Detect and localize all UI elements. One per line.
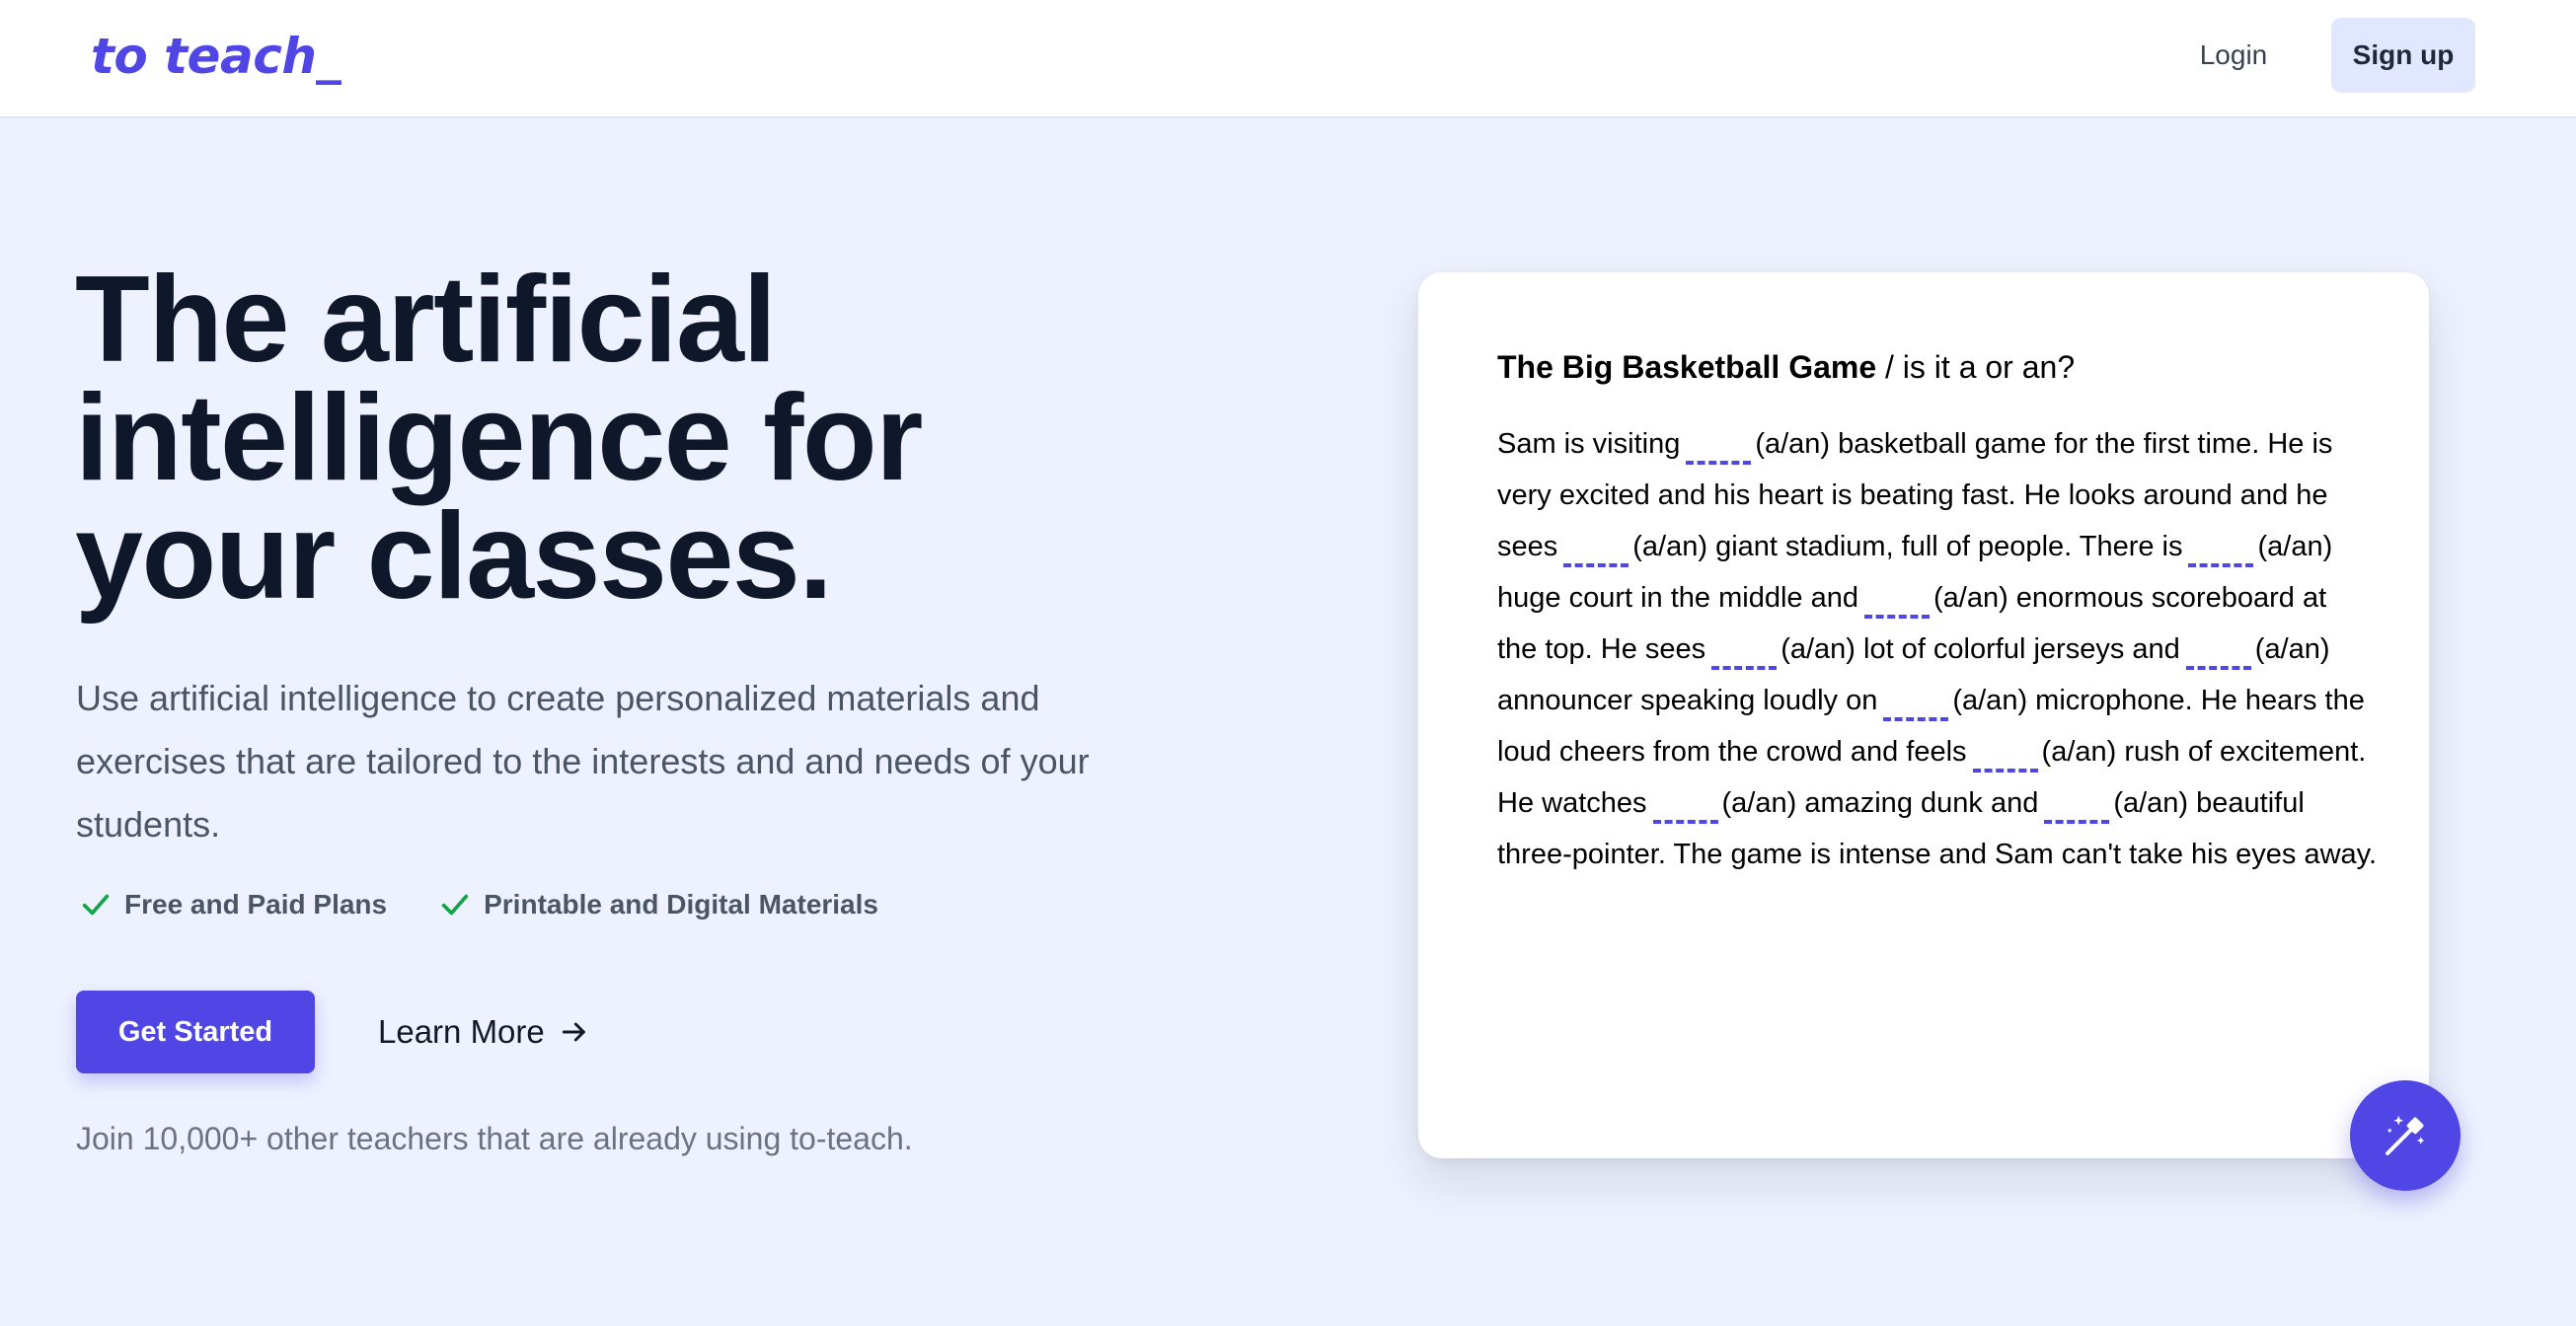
story-text: (a/an) enormous scoreboard at: [1932, 582, 2327, 614]
answer-blank[interactable]: [2044, 794, 2110, 824]
story-text: loud cheers from the crowd and feels: [1497, 736, 1967, 768]
story-text: sees: [1497, 531, 1558, 562]
story-line: He watches (a/an) amazing dunk and (a/an) …: [1497, 777, 2395, 829]
story-text: three-pointer. The game is intense and S…: [1497, 839, 2378, 870]
feature-item: Printable and Digital Materials: [438, 888, 878, 921]
story-text: He watches: [1497, 787, 1647, 819]
story-text: huge court in the middle and: [1497, 582, 1858, 614]
worksheet-preview-card: The Big Basketball Game / is it a or an?…: [1418, 272, 2429, 1158]
story-text: (a/an): [2257, 531, 2333, 562]
worksheet-story: Sam is visiting (a/an) basketball game fo…: [1497, 418, 2395, 880]
story-line: huge court in the middle and (a/an) enorm…: [1497, 572, 2395, 624]
feature-item: Free and Paid Plans: [79, 888, 387, 921]
answer-blank[interactable]: [2185, 640, 2251, 670]
story-line: three-pointer. The game is intense and S…: [1497, 829, 2395, 880]
worksheet-title-main: The Big Basketball Game: [1497, 349, 1877, 385]
feature-label: Free and Paid Plans: [124, 889, 388, 920]
get-started-button[interactable]: Get Started: [76, 991, 315, 1073]
story-text: very excited and his heart is beating fa…: [1497, 479, 2328, 511]
story-text: Sam is visiting: [1497, 428, 1681, 460]
story-text: the top. He sees: [1497, 633, 1706, 665]
learn-more-link[interactable]: Learn More: [378, 1004, 590, 1060]
story-line: Sam is visiting (a/an) basketball game fo…: [1497, 418, 2395, 470]
story-text: (a/an) lot of colorful jerseys and: [1780, 633, 2180, 665]
logo[interactable]: to teach_: [91, 28, 341, 85]
worksheet-title: The Big Basketball Game / is it a or an?: [1497, 349, 2075, 386]
hero-subtitle: Use artificial intelligence to create pe…: [76, 678, 1090, 845]
worksheet-title-subtitle: / is it a or an?: [1876, 349, 2076, 385]
generate-worksheet-button[interactable]: [2350, 1080, 2461, 1191]
magic-wand-icon: [2385, 1115, 2425, 1156]
answer-blank[interactable]: [1972, 743, 2038, 773]
story-text: (a/an) microphone. He hears the: [1952, 685, 2365, 716]
hero-title-line: intelligence for: [75, 370, 923, 506]
story-text: (a/an) rush of excitement.: [2041, 736, 2367, 768]
story-line: the top. He sees (a/an) lot of colorful j…: [1497, 624, 2395, 675]
hero-title: The artificial intelligence for your cla…: [75, 252, 1161, 625]
answer-blank[interactable]: [2188, 538, 2254, 567]
answer-blank[interactable]: [1883, 692, 1949, 721]
answer-blank[interactable]: [1563, 538, 1629, 567]
hero-title-line: your classes.: [75, 488, 833, 625]
story-text: (a/an) beautiful: [2113, 787, 2305, 819]
top-navigation-bar: to teach_ Login Sign up: [0, 0, 2576, 118]
hero-title-line: The artificial: [75, 252, 777, 388]
arrow-right-icon: [562, 1022, 585, 1042]
answer-blank[interactable]: [1863, 589, 1930, 619]
story-line: loud cheers from the crowd and feels (a/a…: [1497, 726, 2395, 777]
answer-blank[interactable]: [1686, 435, 1752, 465]
social-proof-text: Join 10,000+ other teachers that are alr…: [76, 1121, 913, 1156]
answer-blank[interactable]: [1652, 794, 1718, 824]
story-text: (a/an) amazing dunk and: [1721, 787, 2039, 819]
story-text: (a/an) giant stadium, full of people. Th…: [1632, 531, 2183, 562]
learn-more-label: Learn More: [378, 1013, 545, 1050]
story-line: very excited and his heart is beating fa…: [1497, 470, 2395, 521]
feature-label: Printable and Digital Materials: [484, 889, 878, 920]
feature-list: Free and Paid Plans Printable and Digita…: [79, 888, 878, 921]
check-icon: [441, 894, 469, 916]
story-text: (a/an): [2254, 633, 2330, 665]
login-button[interactable]: Login: [2171, 18, 2296, 93]
signup-button[interactable]: Sign up: [2331, 18, 2475, 93]
story-text: (a/an) basketball game for the first tim…: [1755, 428, 2333, 460]
story-line: sees (a/an) giant stadium, full of people…: [1497, 521, 2395, 572]
answer-blank[interactable]: [1711, 640, 1778, 670]
check-icon: [82, 894, 110, 916]
story-text: announcer speaking loudly on: [1497, 685, 1878, 716]
story-line: announcer speaking loudly on (a/an) micro…: [1497, 675, 2395, 726]
